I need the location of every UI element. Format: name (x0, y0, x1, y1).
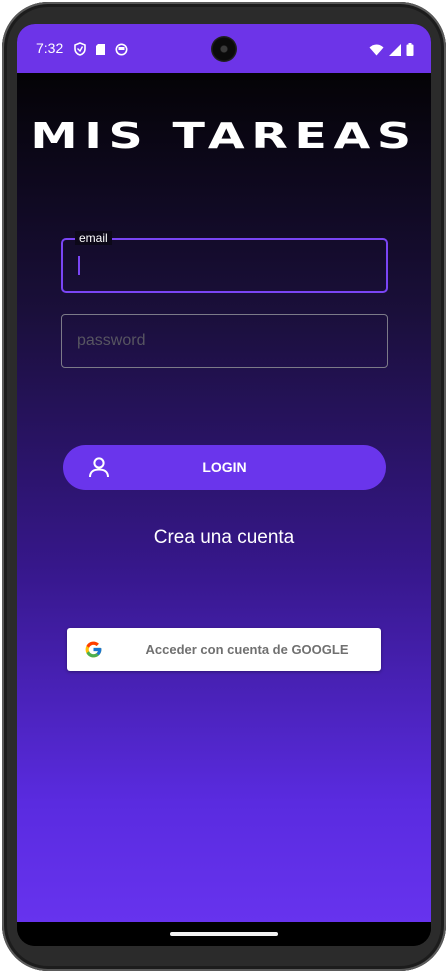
home-indicator[interactable] (170, 932, 278, 936)
google-icon (84, 640, 103, 663)
status-icons-right (369, 41, 414, 60)
wifi-icon (369, 41, 384, 60)
email-label: email (75, 231, 112, 245)
app-title: MIS TAREAS (30, 116, 418, 157)
shield-icon (74, 41, 86, 60)
front-camera (211, 36, 237, 62)
login-label: LOGIN (202, 459, 247, 475)
text-cursor (78, 256, 80, 275)
login-screen: MIS TAREAS email LOGIN Crea una cuenta A… (17, 73, 431, 922)
screen: 7:32 MIS TAREAS email LOGIN Crea una cue… (17, 24, 431, 946)
battery-icon (406, 41, 414, 60)
status-time: 7:32 (36, 40, 64, 56)
status-bar: 7:32 (17, 24, 431, 73)
login-button[interactable]: LOGIN (63, 445, 386, 490)
circle-status-icon (115, 41, 128, 60)
email-input[interactable] (79, 255, 369, 277)
status-icons-left (74, 41, 128, 60)
sd-card-icon (95, 41, 106, 60)
password-input[interactable] (77, 329, 367, 353)
navigation-bar (17, 922, 431, 946)
email-field[interactable]: email (61, 231, 388, 293)
create-account-link[interactable]: Crea una cuenta (17, 527, 431, 549)
google-sign-in-label: Acceder con cuenta de GOOGLE (145, 642, 349, 657)
google-sign-in-button[interactable]: Acceder con cuenta de GOOGLE (67, 628, 381, 671)
signal-icon (389, 41, 401, 60)
password-field[interactable] (61, 314, 388, 368)
